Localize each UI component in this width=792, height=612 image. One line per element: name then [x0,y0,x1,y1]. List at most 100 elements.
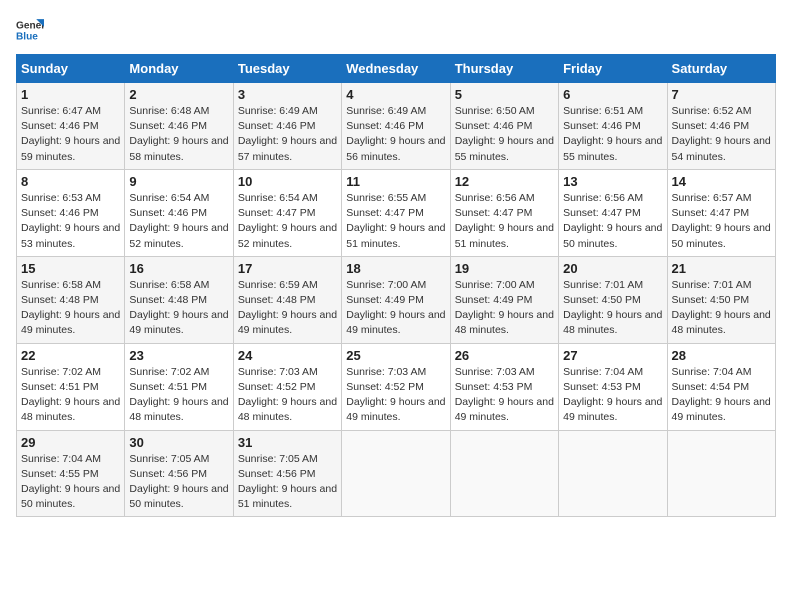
day-number: 14 [672,174,771,189]
day-info: Sunrise: 6:57 AMSunset: 4:47 PMDaylight:… [672,192,771,250]
calendar-week-1: 1 Sunrise: 6:47 AMSunset: 4:46 PMDayligh… [17,83,776,170]
calendar-cell: 18 Sunrise: 7:00 AMSunset: 4:49 PMDaylig… [342,256,450,343]
calendar-week-4: 22 Sunrise: 7:02 AMSunset: 4:51 PMDaylig… [17,343,776,430]
calendar-table: SundayMondayTuesdayWednesdayThursdayFrid… [16,54,776,517]
calendar-cell: 30 Sunrise: 7:05 AMSunset: 4:56 PMDaylig… [125,430,233,517]
calendar-cell: 5 Sunrise: 6:50 AMSunset: 4:46 PMDayligh… [450,83,558,170]
calendar-cell: 7 Sunrise: 6:52 AMSunset: 4:46 PMDayligh… [667,83,775,170]
day-info: Sunrise: 6:47 AMSunset: 4:46 PMDaylight:… [21,105,120,163]
calendar-cell: 29 Sunrise: 7:04 AMSunset: 4:55 PMDaylig… [17,430,125,517]
day-number: 23 [129,348,228,363]
day-info: Sunrise: 7:00 AMSunset: 4:49 PMDaylight:… [346,279,445,337]
calendar-cell [559,430,667,517]
day-number: 27 [563,348,662,363]
calendar-cell: 4 Sunrise: 6:49 AMSunset: 4:46 PMDayligh… [342,83,450,170]
day-number: 21 [672,261,771,276]
day-info: Sunrise: 7:04 AMSunset: 4:54 PMDaylight:… [672,366,771,424]
svg-text:Blue: Blue [16,31,38,42]
day-info: Sunrise: 6:53 AMSunset: 4:46 PMDaylight:… [21,192,120,250]
weekday-tuesday: Tuesday [233,55,341,83]
day-number: 19 [455,261,554,276]
calendar-cell: 26 Sunrise: 7:03 AMSunset: 4:53 PMDaylig… [450,343,558,430]
calendar-week-5: 29 Sunrise: 7:04 AMSunset: 4:55 PMDaylig… [17,430,776,517]
day-info: Sunrise: 7:05 AMSunset: 4:56 PMDaylight:… [129,453,228,511]
logo: General Blue [16,16,44,44]
calendar-cell: 19 Sunrise: 7:00 AMSunset: 4:49 PMDaylig… [450,256,558,343]
day-info: Sunrise: 6:58 AMSunset: 4:48 PMDaylight:… [21,279,120,337]
day-number: 22 [21,348,120,363]
calendar-cell: 11 Sunrise: 6:55 AMSunset: 4:47 PMDaylig… [342,169,450,256]
calendar-cell: 1 Sunrise: 6:47 AMSunset: 4:46 PMDayligh… [17,83,125,170]
weekday-friday: Friday [559,55,667,83]
weekday-header-row: SundayMondayTuesdayWednesdayThursdayFrid… [17,55,776,83]
day-info: Sunrise: 6:48 AMSunset: 4:46 PMDaylight:… [129,105,228,163]
day-info: Sunrise: 7:03 AMSunset: 4:52 PMDaylight:… [238,366,337,424]
day-number: 11 [346,174,445,189]
day-number: 10 [238,174,337,189]
calendar-cell: 2 Sunrise: 6:48 AMSunset: 4:46 PMDayligh… [125,83,233,170]
day-number: 12 [455,174,554,189]
calendar-cell: 15 Sunrise: 6:58 AMSunset: 4:48 PMDaylig… [17,256,125,343]
calendar-cell [667,430,775,517]
day-info: Sunrise: 7:02 AMSunset: 4:51 PMDaylight:… [21,366,120,424]
day-number: 17 [238,261,337,276]
calendar-cell: 6 Sunrise: 6:51 AMSunset: 4:46 PMDayligh… [559,83,667,170]
day-number: 26 [455,348,554,363]
calendar-week-3: 15 Sunrise: 6:58 AMSunset: 4:48 PMDaylig… [17,256,776,343]
day-info: Sunrise: 6:56 AMSunset: 4:47 PMDaylight:… [455,192,554,250]
day-info: Sunrise: 6:56 AMSunset: 4:47 PMDaylight:… [563,192,662,250]
calendar-body: 1 Sunrise: 6:47 AMSunset: 4:46 PMDayligh… [17,83,776,517]
day-number: 15 [21,261,120,276]
calendar-cell: 20 Sunrise: 7:01 AMSunset: 4:50 PMDaylig… [559,256,667,343]
day-number: 2 [129,87,228,102]
weekday-monday: Monday [125,55,233,83]
calendar-cell: 9 Sunrise: 6:54 AMSunset: 4:46 PMDayligh… [125,169,233,256]
day-number: 7 [672,87,771,102]
day-info: Sunrise: 7:03 AMSunset: 4:52 PMDaylight:… [346,366,445,424]
day-number: 8 [21,174,120,189]
day-info: Sunrise: 7:01 AMSunset: 4:50 PMDaylight:… [672,279,771,337]
day-info: Sunrise: 6:54 AMSunset: 4:47 PMDaylight:… [238,192,337,250]
day-number: 30 [129,435,228,450]
calendar-cell: 25 Sunrise: 7:03 AMSunset: 4:52 PMDaylig… [342,343,450,430]
day-info: Sunrise: 6:49 AMSunset: 4:46 PMDaylight:… [238,105,337,163]
day-info: Sunrise: 6:52 AMSunset: 4:46 PMDaylight:… [672,105,771,163]
calendar-cell: 22 Sunrise: 7:02 AMSunset: 4:51 PMDaylig… [17,343,125,430]
calendar-cell: 23 Sunrise: 7:02 AMSunset: 4:51 PMDaylig… [125,343,233,430]
day-number: 4 [346,87,445,102]
day-info: Sunrise: 7:02 AMSunset: 4:51 PMDaylight:… [129,366,228,424]
calendar-cell: 14 Sunrise: 6:57 AMSunset: 4:47 PMDaylig… [667,169,775,256]
calendar-cell: 3 Sunrise: 6:49 AMSunset: 4:46 PMDayligh… [233,83,341,170]
day-number: 20 [563,261,662,276]
day-info: Sunrise: 6:55 AMSunset: 4:47 PMDaylight:… [346,192,445,250]
day-info: Sunrise: 6:49 AMSunset: 4:46 PMDaylight:… [346,105,445,163]
calendar-cell: 8 Sunrise: 6:53 AMSunset: 4:46 PMDayligh… [17,169,125,256]
day-number: 18 [346,261,445,276]
day-number: 1 [21,87,120,102]
day-info: Sunrise: 7:00 AMSunset: 4:49 PMDaylight:… [455,279,554,337]
calendar-cell [450,430,558,517]
calendar-cell: 24 Sunrise: 7:03 AMSunset: 4:52 PMDaylig… [233,343,341,430]
calendar-cell: 31 Sunrise: 7:05 AMSunset: 4:56 PMDaylig… [233,430,341,517]
calendar-cell: 28 Sunrise: 7:04 AMSunset: 4:54 PMDaylig… [667,343,775,430]
calendar-cell: 13 Sunrise: 6:56 AMSunset: 4:47 PMDaylig… [559,169,667,256]
weekday-saturday: Saturday [667,55,775,83]
weekday-thursday: Thursday [450,55,558,83]
day-number: 5 [455,87,554,102]
day-number: 13 [563,174,662,189]
day-info: Sunrise: 7:04 AMSunset: 4:55 PMDaylight:… [21,453,120,511]
calendar-week-2: 8 Sunrise: 6:53 AMSunset: 4:46 PMDayligh… [17,169,776,256]
day-number: 31 [238,435,337,450]
day-info: Sunrise: 7:04 AMSunset: 4:53 PMDaylight:… [563,366,662,424]
day-info: Sunrise: 7:05 AMSunset: 4:56 PMDaylight:… [238,453,337,511]
logo-icon: General Blue [16,16,44,44]
day-number: 28 [672,348,771,363]
calendar-cell: 21 Sunrise: 7:01 AMSunset: 4:50 PMDaylig… [667,256,775,343]
day-number: 6 [563,87,662,102]
day-number: 16 [129,261,228,276]
weekday-sunday: Sunday [17,55,125,83]
day-number: 25 [346,348,445,363]
calendar-cell: 17 Sunrise: 6:59 AMSunset: 4:48 PMDaylig… [233,256,341,343]
day-number: 29 [21,435,120,450]
day-info: Sunrise: 6:50 AMSunset: 4:46 PMDaylight:… [455,105,554,163]
